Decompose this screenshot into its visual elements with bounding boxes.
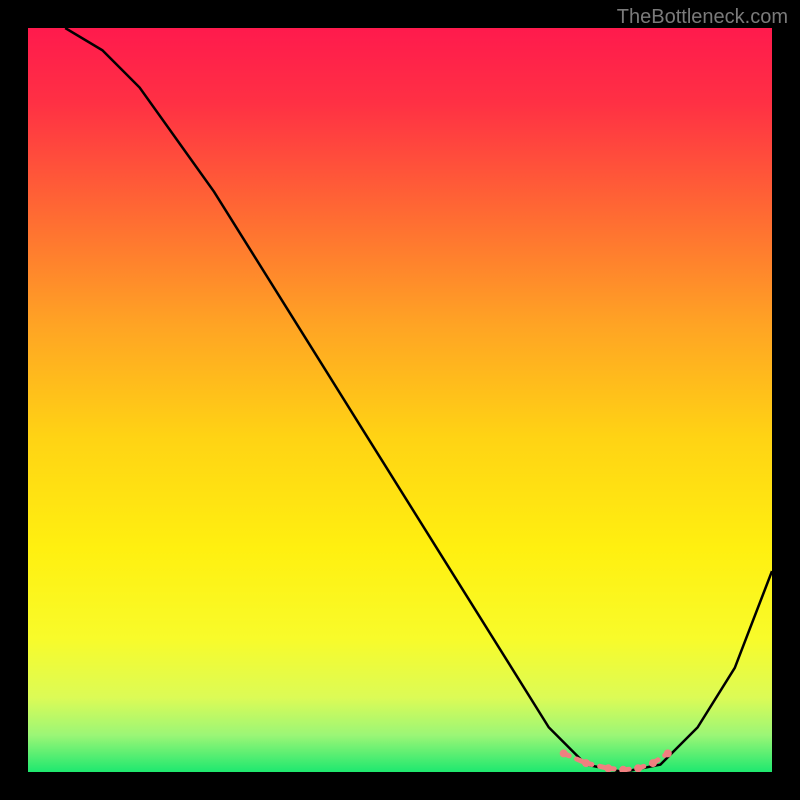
chart-curve [28, 28, 772, 772]
watermark-text: TheBottleneck.com [617, 6, 788, 29]
chart-frame [28, 28, 772, 772]
main-curve-path [65, 28, 772, 772]
minimum-band-markers [560, 749, 672, 772]
